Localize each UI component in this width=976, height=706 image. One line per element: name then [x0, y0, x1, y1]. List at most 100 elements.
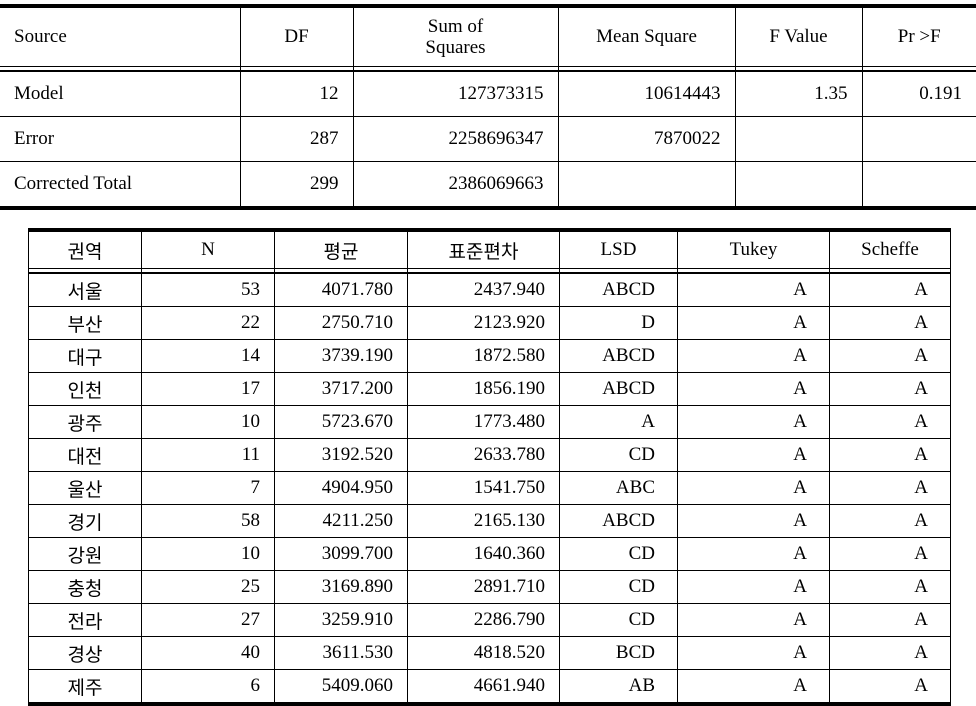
table-row: 충청 25 3169.890 2891.710 CD A A: [28, 570, 951, 604]
posthoc-cell-lsd: ABCD: [559, 339, 678, 373]
anova-cell-df: 299: [239, 161, 354, 210]
table-row: 부산 22 2750.710 2123.920 D A A: [28, 306, 951, 340]
posthoc-cell-scheffe: A: [829, 636, 951, 670]
anova-cell-mean-square: 10614443: [557, 71, 736, 117]
posthoc-cell-region: 전라: [28, 603, 142, 637]
posthoc-cell-scheffe: A: [829, 273, 951, 307]
posthoc-cell-std-dev: 2123.920: [407, 306, 560, 340]
table-row: 울산 7 4904.950 1541.750 ABC A A: [28, 471, 951, 505]
posthoc-cell-std-dev: 2633.780: [407, 438, 560, 472]
posthoc-cell-tukey: A: [677, 471, 830, 505]
posthoc-cell-lsd: D: [559, 306, 678, 340]
anova-cell-df: 287: [239, 116, 354, 162]
posthoc-header-tukey: Tukey: [677, 228, 830, 269]
anova-table: Source DF Sum of Squares Mean Square F Va…: [0, 4, 976, 210]
anova-cell-source: Corrected Total: [0, 161, 241, 210]
posthoc-header-region: 권역: [28, 228, 142, 269]
posthoc-cell-n: 11: [141, 438, 275, 472]
anova-cell-mean-square: [557, 161, 736, 210]
posthoc-cell-mean: 3169.890: [274, 570, 408, 604]
anova-cell-sum-of-squares: 127373315: [352, 71, 559, 117]
posthoc-cell-scheffe: A: [829, 438, 951, 472]
posthoc-header-scheffe: Scheffe: [829, 228, 951, 269]
posthoc-cell-lsd: BCD: [559, 636, 678, 670]
table-row: 전라 27 3259.910 2286.790 CD A A: [28, 603, 951, 637]
table-row: 대전 11 3192.520 2633.780 CD A A: [28, 438, 951, 472]
posthoc-table-body: 서울 53 4071.780 2437.940 ABCD A A 부산 22 2750.710 21…: [28, 273, 951, 706]
posthoc-cell-region: 서울: [28, 273, 142, 307]
posthoc-cell-mean: 3717.200: [274, 372, 408, 406]
posthoc-cell-tukey: A: [677, 537, 830, 571]
posthoc-cell-n: 40: [141, 636, 275, 670]
posthoc-cell-mean: 4211.250: [274, 504, 408, 538]
posthoc-cell-region: 대구: [28, 339, 142, 373]
posthoc-cell-tukey: A: [677, 570, 830, 604]
posthoc-cell-lsd: ABCD: [559, 504, 678, 538]
posthoc-cell-scheffe: A: [829, 669, 951, 706]
anova-cell-df: 12: [239, 71, 354, 117]
posthoc-cell-lsd: A: [559, 405, 678, 439]
posthoc-cell-mean: 2750.710: [274, 306, 408, 340]
posthoc-cell-scheffe: A: [829, 603, 951, 637]
posthoc-cell-mean: 3192.520: [274, 438, 408, 472]
posthoc-cell-region: 인천: [28, 372, 142, 406]
posthoc-cell-n: 58: [141, 504, 275, 538]
posthoc-cell-tukey: A: [677, 669, 830, 706]
posthoc-table-container: 권역 N 평균 표준편차 LSD Tukey Scheffe 서울 53 4071.…: [28, 228, 951, 706]
anova-cell-mean-square: 7870022: [557, 116, 736, 162]
table-row: 강원 10 3099.700 1640.360 CD A A: [28, 537, 951, 571]
anova-header-sum-of-squares-line1: Sum of: [427, 15, 484, 37]
posthoc-cell-std-dev: 1856.190: [407, 372, 560, 406]
posthoc-cell-tukey: A: [677, 306, 830, 340]
anova-header-sum-of-squares-line2: Squares: [425, 37, 486, 58]
anova-header-mean-square: Mean Square: [557, 4, 736, 67]
anova-cell-pr-f: 0.191: [861, 71, 976, 117]
anova-cell-sum-of-squares: 2386069663: [352, 161, 559, 210]
posthoc-cell-tukey: A: [677, 504, 830, 538]
posthoc-cell-region: 울산: [28, 471, 142, 505]
posthoc-cell-std-dev: 2891.710: [407, 570, 560, 604]
table-row: 서울 53 4071.780 2437.940 ABCD A A: [28, 273, 951, 307]
table-row: Corrected Total 299 2386069663: [0, 161, 976, 210]
posthoc-cell-scheffe: A: [829, 570, 951, 604]
posthoc-cell-std-dev: 2286.790: [407, 603, 560, 637]
posthoc-cell-region: 경기: [28, 504, 142, 538]
table-row: 제주 6 5409.060 4661.940 AB A A: [28, 669, 951, 706]
posthoc-cell-std-dev: 1640.360: [407, 537, 560, 571]
anova-cell-sum-of-squares: 2258696347: [352, 116, 559, 162]
posthoc-cell-mean: 4071.780: [274, 273, 408, 307]
anova-cell-pr-f: [861, 161, 976, 210]
posthoc-cell-mean: 3739.190: [274, 339, 408, 373]
posthoc-cell-n: 10: [141, 405, 275, 439]
posthoc-cell-tukey: A: [677, 273, 830, 307]
posthoc-cell-scheffe: A: [829, 537, 951, 571]
table-row: 대구 14 3739.190 1872.580 ABCD A A: [28, 339, 951, 373]
table-row: Model 12 127373315 10614443 1.35 0.191: [0, 71, 976, 117]
posthoc-cell-scheffe: A: [829, 372, 951, 406]
posthoc-cell-std-dev: 1773.480: [407, 405, 560, 439]
posthoc-cell-region: 충청: [28, 570, 142, 604]
posthoc-cell-mean: 5723.670: [274, 405, 408, 439]
posthoc-cell-tukey: A: [677, 372, 830, 406]
table-row: 광주 10 5723.670 1773.480 A A A: [28, 405, 951, 439]
posthoc-cell-n: 53: [141, 273, 275, 307]
table-row: 인천 17 3717.200 1856.190 ABCD A A: [28, 372, 951, 406]
posthoc-cell-mean: 5409.060: [274, 669, 408, 706]
anova-cell-f-value: 1.35: [734, 71, 863, 117]
posthoc-cell-tukey: A: [677, 339, 830, 373]
posthoc-cell-region: 대전: [28, 438, 142, 472]
posthoc-header-std-dev: 표준편차: [407, 228, 560, 269]
posthoc-cell-lsd: CD: [559, 537, 678, 571]
anova-header-f-value: F Value: [734, 4, 863, 67]
posthoc-cell-region: 제주: [28, 669, 142, 706]
posthoc-cell-region: 부산: [28, 306, 142, 340]
posthoc-cell-n: 17: [141, 372, 275, 406]
posthoc-header-row: 권역 N 평균 표준편차 LSD Tukey Scheffe: [28, 228, 951, 269]
posthoc-cell-std-dev: 1541.750: [407, 471, 560, 505]
posthoc-cell-region: 강원: [28, 537, 142, 571]
posthoc-cell-lsd: AB: [559, 669, 678, 706]
anova-header-row: Source DF Sum of Squares Mean Square F Va…: [0, 4, 976, 67]
posthoc-header-n: N: [141, 228, 275, 269]
anova-header-pr-f: Pr >F: [861, 4, 976, 67]
anova-cell-f-value: [734, 116, 863, 162]
